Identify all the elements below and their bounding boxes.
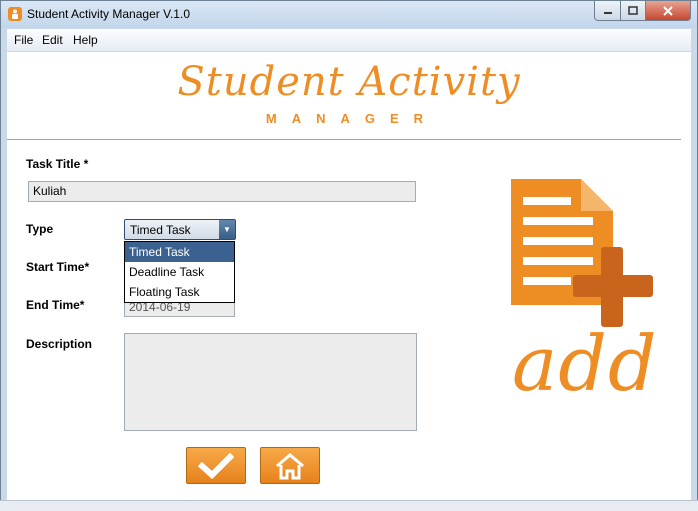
maximize-icon — [628, 5, 638, 15]
app-window: Student Activity Manager V.1.0 File Edit… — [0, 0, 698, 510]
type-option-floating[interactable]: Floating Task — [125, 282, 234, 302]
minimize-icon — [603, 11, 612, 14]
header-divider — [7, 139, 681, 140]
logo-subtitle: MANAGER — [265, 111, 439, 126]
taskbar — [0, 500, 698, 511]
menu-help[interactable]: Help — [73, 33, 98, 47]
type-dropdown-list: Timed Task Deadline Task Floating Task — [124, 241, 235, 303]
title-bar: Student Activity Manager V.1.0 — [1, 1, 697, 28]
app-icon — [8, 7, 22, 21]
description-textarea[interactable] — [124, 333, 417, 431]
check-icon — [198, 452, 234, 479]
menu-file[interactable]: File — [14, 33, 33, 47]
save-button[interactable] — [186, 447, 246, 484]
start-time-label: Start Time* — [26, 260, 90, 274]
end-time-label: End Time* — [26, 298, 85, 312]
minimize-button[interactable] — [594, 1, 621, 21]
add-label: add — [512, 319, 658, 408]
main-panel: File Edit Help Student Activity MANAGER … — [7, 29, 691, 503]
type-label: Type — [26, 222, 54, 236]
window-controls — [594, 1, 691, 21]
menu-edit[interactable]: Edit — [42, 33, 63, 47]
type-select[interactable]: Timed Task ▼ — [124, 219, 236, 240]
logo-title: Student Activity — [177, 59, 521, 105]
home-icon — [276, 452, 304, 479]
window-title: Student Activity Manager V.1.0 — [27, 7, 190, 21]
close-icon — [663, 5, 673, 16]
description-label: Description — [26, 337, 93, 351]
maximize-button[interactable] — [621, 1, 646, 21]
close-button[interactable] — [646, 1, 691, 21]
document-add-icon — [511, 179, 653, 327]
task-title-input[interactable]: Kuliah — [28, 181, 416, 202]
task-title-label: Task Title * — [26, 157, 89, 171]
type-option-deadline[interactable]: Deadline Task — [125, 262, 234, 282]
chevron-down-icon[interactable]: ▼ — [219, 220, 235, 239]
home-button[interactable] — [260, 447, 320, 484]
type-selected-value: Timed Task — [130, 223, 191, 237]
type-option-timed[interactable]: Timed Task — [125, 242, 234, 262]
menu-bar: File Edit Help — [7, 29, 691, 52]
